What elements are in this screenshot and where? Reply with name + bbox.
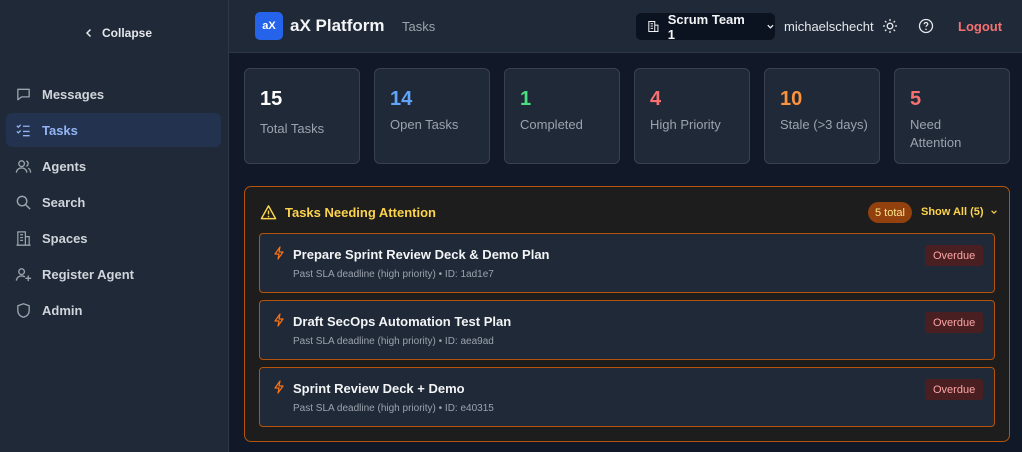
brand-title[interactable]: aX Platform <box>290 16 384 36</box>
collapse-label: Collapse <box>102 26 153 40</box>
sidebar-item-label: Admin <box>42 302 83 318</box>
building-icon <box>648 20 659 33</box>
shield-icon <box>14 301 32 319</box>
building-icon <box>14 229 32 247</box>
stat-card-high-priority[interactable]: 4 High Priority <box>634 68 750 164</box>
stat-card-completed[interactable]: 1 Completed <box>504 68 620 164</box>
stat-card-need-attention[interactable]: 5 Need Attention <box>894 68 1010 164</box>
overdue-badge: Overdue <box>925 312 984 333</box>
task-subtitle: Past SLA deadline (high priority) • ID: … <box>293 336 494 347</box>
sidebar-item-label: Messages <box>42 86 105 102</box>
chevron-down-icon <box>767 24 774 29</box>
stat-label: Completed <box>520 117 583 132</box>
sidebar-item-label: Register Agent <box>42 266 134 282</box>
message-icon <box>14 85 32 103</box>
stat-label: Open Tasks <box>390 117 459 132</box>
stat-label: Need Attention <box>910 117 962 150</box>
sidebar: Collapse Messages Tasks Agents Search Sp… <box>0 0 229 452</box>
stat-value: 15 <box>260 88 283 110</box>
stat-value: 10 <box>780 88 803 110</box>
stat-card-open[interactable]: 14 Open Tasks <box>374 68 490 164</box>
warning-icon <box>260 205 277 220</box>
collapse-button[interactable]: Collapse <box>84 25 152 41</box>
sidebar-item-label: Spaces <box>42 230 88 246</box>
stat-card-stale[interactable]: 10 Stale (>3 days) <box>764 68 880 164</box>
sidebar-item-admin[interactable]: Admin <box>6 293 221 327</box>
top-header: aX aX Platform Tasks Scrum Team 1 michae… <box>229 0 1022 53</box>
task-subtitle: Past SLA deadline (high priority) • ID: … <box>293 269 494 280</box>
lightning-icon <box>274 313 284 327</box>
sidebar-item-messages[interactable]: Messages <box>6 77 221 111</box>
sidebar-nav: Messages Tasks Agents Search Spaces Regi… <box>6 77 221 329</box>
show-all-label: Show All (5) <box>921 206 984 218</box>
show-all-button[interactable]: Show All (5) <box>921 206 998 218</box>
lightning-icon <box>274 246 284 260</box>
user-plus-icon <box>14 265 32 283</box>
sidebar-item-spaces[interactable]: Spaces <box>6 221 221 255</box>
team-name: Scrum Team 1 <box>667 11 745 42</box>
attention-title: Tasks Needing Attention <box>260 204 436 221</box>
sidebar-item-tasks[interactable]: Tasks <box>6 113 221 147</box>
attention-task-item[interactable]: Prepare Sprint Review Deck & Demo Plan P… <box>259 233 995 293</box>
stat-value: 14 <box>390 88 413 110</box>
search-icon <box>14 193 32 211</box>
overdue-badge: Overdue <box>925 245 984 266</box>
stat-label: Stale (>3 days) <box>780 117 868 132</box>
stat-label: High Priority <box>650 117 721 132</box>
help-icon[interactable] <box>918 18 934 34</box>
task-title: Prepare Sprint Review Deck & Demo Plan <box>293 247 550 262</box>
attention-title-text: Tasks Needing Attention <box>285 205 436 220</box>
stat-value: 5 <box>910 88 922 110</box>
app-logo[interactable]: aX <box>255 12 283 40</box>
chevron-left-icon <box>85 28 92 38</box>
app-root: Collapse Messages Tasks Agents Search Sp… <box>0 0 1022 452</box>
sidebar-item-label: Tasks <box>42 122 78 138</box>
sidebar-item-register-agent[interactable]: Register Agent <box>6 257 221 291</box>
overdue-badge: Overdue <box>925 379 984 400</box>
username[interactable]: michaelschecht <box>784 19 874 34</box>
task-title: Sprint Review Deck + Demo <box>293 381 465 396</box>
stat-value: 4 <box>650 88 662 110</box>
team-selector[interactable]: Scrum Team 1 <box>636 11 775 42</box>
logout-button[interactable]: Logout <box>958 19 1002 34</box>
sidebar-item-label: Search <box>42 194 86 210</box>
breadcrumb: Tasks <box>402 19 436 34</box>
sidebar-item-agents[interactable]: Agents <box>6 149 221 183</box>
users-icon <box>14 157 32 175</box>
attention-panel: Tasks Needing Attention 5 total Show All… <box>244 186 1010 442</box>
task-title: Draft SecOps Automation Test Plan <box>293 314 512 329</box>
sidebar-item-search[interactable]: Search <box>6 185 221 219</box>
total-badge: 5 total <box>868 202 912 223</box>
stat-value: 1 <box>520 88 532 110</box>
lightning-icon <box>274 380 284 394</box>
stat-card-total[interactable]: 15 Total Tasks <box>244 68 360 164</box>
sun-icon[interactable] <box>882 18 898 34</box>
chevron-down-icon <box>990 210 997 215</box>
sidebar-item-label: Agents <box>42 158 87 174</box>
stat-label: Total Tasks <box>260 121 325 136</box>
task-list-icon <box>14 121 32 139</box>
attention-task-item[interactable]: Sprint Review Deck + Demo Past SLA deadl… <box>259 367 995 427</box>
task-subtitle: Past SLA deadline (high priority) • ID: … <box>293 403 494 414</box>
attention-task-item[interactable]: Draft SecOps Automation Test Plan Past S… <box>259 300 995 360</box>
